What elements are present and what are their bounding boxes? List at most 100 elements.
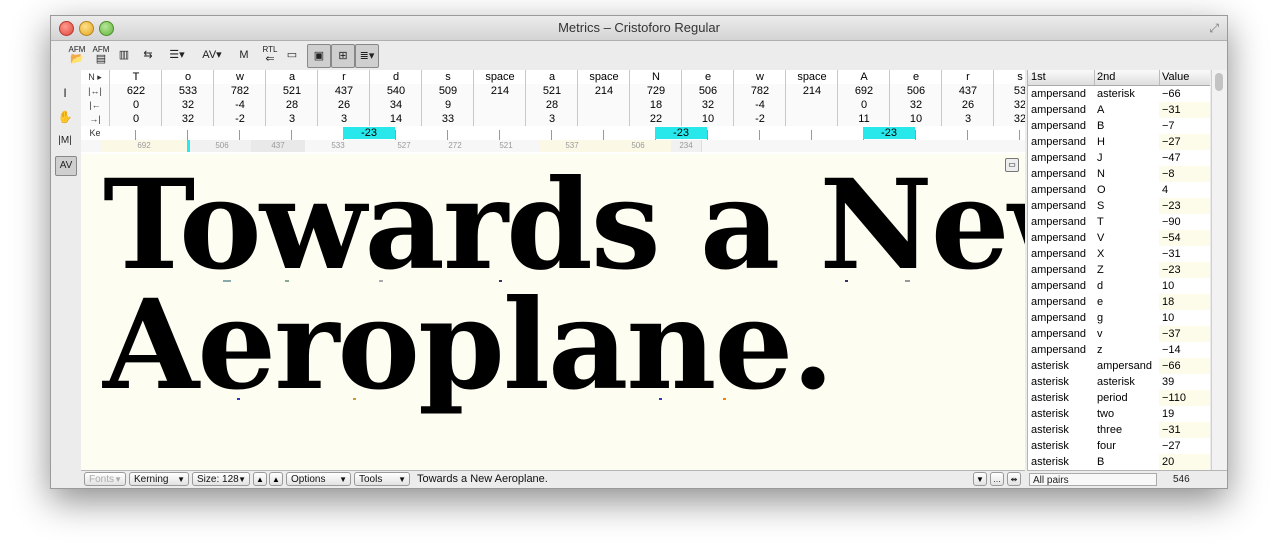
glyph-name-cell[interactable]: A <box>837 70 890 84</box>
glyph-name-cell[interactable]: space <box>473 70 526 84</box>
pairs-filter-field[interactable]: All pairs <box>1029 473 1157 486</box>
metric-cell[interactable]: 32 <box>681 98 734 112</box>
metric-cell[interactable]: 3 <box>941 112 994 126</box>
metric-cell[interactable]: 28 <box>265 98 318 112</box>
pair-value-cell[interactable]: −7 <box>1159 118 1210 134</box>
table-row[interactable]: asterisk four −27 <box>1028 438 1210 454</box>
metric-cell[interactable]: 3 <box>525 112 578 126</box>
metric-cell[interactable] <box>577 98 630 112</box>
kerning-pairs-list[interactable]: 1st 2nd Value ampersand asterisk −66 ampers… <box>1027 70 1210 470</box>
metric-cell[interactable]: 26 <box>317 98 370 112</box>
table-row[interactable]: ampersand T −90 <box>1028 214 1210 230</box>
pairs-scrollbar[interactable] <box>1211 70 1227 470</box>
metric-cell[interactable]: 509 <box>421 84 474 98</box>
metric-cell[interactable]: 782 <box>733 84 786 98</box>
metric-cell[interactable]: -4 <box>733 98 786 112</box>
glyph-name-cell[interactable]: d <box>369 70 422 84</box>
metric-cell[interactable]: -2 <box>213 112 266 126</box>
metric-cell[interactable]: 11 <box>837 112 890 126</box>
table-row[interactable]: ampersand d 10 <box>1028 278 1210 294</box>
table-row[interactable]: ampersand O 4 <box>1028 182 1210 198</box>
metric-cell[interactable]: 18 <box>629 98 682 112</box>
table-row[interactable]: ampersand v −37 <box>1028 326 1210 342</box>
glyph-name-cell[interactable]: space <box>785 70 838 84</box>
glyph-name-cell[interactable]: o <box>161 70 214 84</box>
metric-cell[interactable]: 32 <box>993 112 1025 126</box>
column-second[interactable]: 2nd <box>1094 70 1160 85</box>
metric-cell[interactable] <box>473 98 526 112</box>
table-row[interactable]: ampersand A −31 <box>1028 102 1210 118</box>
text-tool-icon[interactable]: I <box>55 84 75 102</box>
metric-cell[interactable]: 14 <box>369 112 422 126</box>
pair-value-cell[interactable]: −66 <box>1159 86 1210 102</box>
rtl-icon[interactable]: RTL ⇐ <box>259 44 281 66</box>
column-value[interactable]: Value <box>1159 70 1210 85</box>
metric-cell[interactable]: 32 <box>161 112 214 126</box>
pair-value-cell[interactable]: 20 <box>1159 454 1210 470</box>
metric-cell[interactable]: 540 <box>369 84 422 98</box>
options-popup[interactable]: Options ▼ <box>286 472 351 486</box>
metric-cell[interactable]: -4 <box>213 98 266 112</box>
pair-value-cell[interactable]: −37 <box>1159 326 1210 342</box>
kern-value[interactable]: -23 <box>343 127 395 139</box>
metrics-tool-icon[interactable]: |M| <box>55 132 75 150</box>
table-row[interactable]: ampersand H −27 <box>1028 134 1210 150</box>
metric-cell[interactable]: 28 <box>525 98 578 112</box>
metric-cell[interactable]: 214 <box>577 84 630 98</box>
glyph-name-cell[interactable]: w <box>213 70 266 84</box>
metric-cell[interactable]: 437 <box>941 84 994 98</box>
glyph-name-cell[interactable]: N <box>629 70 682 84</box>
sample-canvas[interactable]: ▭ Towards a New Aeroplane. <box>81 154 1025 472</box>
metric-cell[interactable]: 3 <box>265 112 318 126</box>
pair-value-cell[interactable]: 19 <box>1159 406 1210 422</box>
table-row[interactable]: ampersand e 18 <box>1028 294 1210 310</box>
kerning-popup[interactable]: Kerning ▼ <box>129 472 189 486</box>
metric-cell[interactable]: 3 <box>317 112 370 126</box>
pair-value-cell[interactable]: −27 <box>1159 134 1210 150</box>
table-row[interactable]: asterisk two 19 <box>1028 406 1210 422</box>
table-row[interactable]: ampersand z −14 <box>1028 342 1210 358</box>
metric-cell[interactable]: 506 <box>889 84 942 98</box>
table-row[interactable]: ampersand asterisk −66 <box>1028 86 1210 102</box>
metric-cell[interactable]: 521 <box>265 84 318 98</box>
metric-cell[interactable]: 32 <box>161 98 214 112</box>
metric-cell[interactable]: 0 <box>109 112 162 126</box>
metric-cell[interactable]: 214 <box>785 84 838 98</box>
glyph-name-cell[interactable]: a <box>265 70 318 84</box>
list-menu-icon[interactable]: ☰▾ <box>163 44 191 66</box>
show-fields-icon[interactable]: ⊞ <box>331 44 355 68</box>
metric-cell[interactable] <box>473 112 526 126</box>
tools-popup[interactable]: Tools ▼ <box>354 472 410 486</box>
pair-value-cell[interactable]: 10 <box>1159 278 1210 294</box>
pair-value-cell[interactable]: −54 <box>1159 230 1210 246</box>
metric-cell[interactable]: 26 <box>941 98 994 112</box>
column-first[interactable]: 1st <box>1028 70 1095 85</box>
hand-tool-icon[interactable]: ✋ <box>55 108 75 126</box>
glyph-name-cell[interactable]: space <box>577 70 630 84</box>
metric-cell[interactable]: 0 <box>109 98 162 112</box>
show-metrics-icon[interactable]: ▣ <box>307 44 331 68</box>
split-view-icon[interactable]: ⇹ <box>1007 472 1021 486</box>
metric-cell[interactable] <box>785 112 838 126</box>
pair-value-cell[interactable]: −23 <box>1159 198 1210 214</box>
pair-value-cell[interactable]: −8 <box>1159 166 1210 182</box>
smaller-size-icon[interactable]: ▲ <box>253 472 267 486</box>
table-row[interactable]: asterisk ampersand −66 <box>1028 358 1210 374</box>
glyph-name-cell[interactable]: e <box>889 70 942 84</box>
pair-value-cell[interactable]: −110 <box>1159 390 1210 406</box>
metric-cell[interactable]: 437 <box>317 84 370 98</box>
table-row[interactable]: ampersand S −23 <box>1028 198 1210 214</box>
table-row[interactable]: ampersand B −7 <box>1028 118 1210 134</box>
glyph-name-cell[interactable]: w <box>733 70 786 84</box>
table-row[interactable]: asterisk B 20 <box>1028 454 1210 470</box>
pair-value-cell[interactable]: −66 <box>1159 358 1210 374</box>
pair-value-cell[interactable]: −31 <box>1159 102 1210 118</box>
table-row[interactable]: ampersand V −54 <box>1028 230 1210 246</box>
size-popup[interactable]: Size: 128 ▼ <box>192 472 250 486</box>
pair-value-cell[interactable]: −31 <box>1159 422 1210 438</box>
kern-value[interactable]: -23 <box>863 127 915 139</box>
history-down-icon[interactable]: ▼ <box>973 472 987 486</box>
glyph-name-cell[interactable]: a <box>525 70 578 84</box>
pair-value-cell[interactable]: −47 <box>1159 150 1210 166</box>
table-row[interactable]: asterisk period −110 <box>1028 390 1210 406</box>
